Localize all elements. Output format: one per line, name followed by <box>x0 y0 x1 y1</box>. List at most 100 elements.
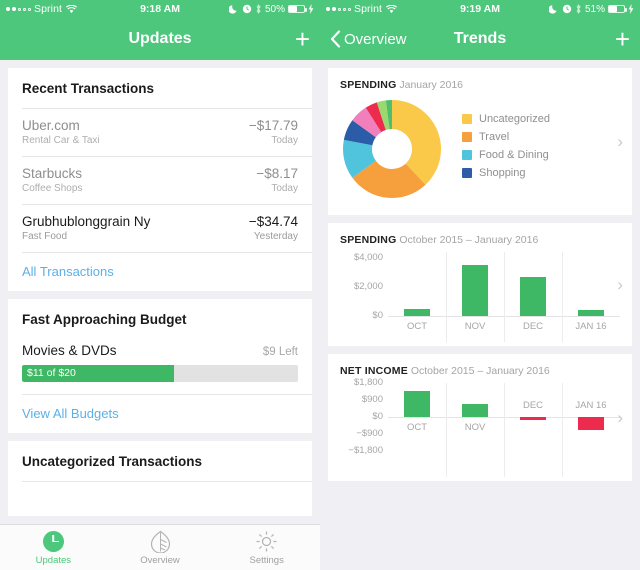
chevron-left-icon <box>330 30 341 48</box>
grid-line <box>504 252 505 342</box>
nav-bar-right: Overview Trends + <box>320 18 640 60</box>
net-income-section[interactable]: NET INCOME October 2015 – January 2016 $… <box>328 354 632 481</box>
legend-label: Travel <box>479 131 510 143</box>
alarm-icon <box>562 4 572 14</box>
spending-plot-area: OCT NOV DEC JAN 16 <box>388 252 620 342</box>
transaction-amount: −$17.79 <box>248 118 298 133</box>
wifi-icon <box>386 4 398 13</box>
transaction-name: Uber.com <box>22 118 80 133</box>
fast-approaching-budget-card: Fast Approaching Budget Movies & DVDs $9… <box>8 299 312 433</box>
x-axis-label: JAN 16 <box>575 400 607 411</box>
bluetooth-icon <box>576 4 581 14</box>
x-axis-label: DEC <box>522 321 544 332</box>
tab-settings-label: Settings <box>249 555 284 566</box>
add-button[interactable]: + <box>615 26 630 52</box>
trends-screen: Sprint 9:19 AM 51% Overview Trends + SPE… <box>320 0 640 570</box>
status-right-group: 50% <box>228 3 314 15</box>
y-axis-tick: −$1,800 <box>348 445 383 456</box>
all-transactions-link[interactable]: All Transactions <box>8 253 312 291</box>
x-axis-label: JAN 16 <box>575 321 607 332</box>
spending-donut-chart <box>343 100 441 198</box>
transaction-meta: −$8.17 Today <box>256 166 298 194</box>
transaction-name: Grubhublonggrain Ny <box>22 214 151 229</box>
battery-percent-label: 50% <box>264 3 285 15</box>
chart-bar <box>520 417 546 420</box>
signal-strength-icon <box>326 7 351 11</box>
legend-label: Food & Dining <box>479 149 549 161</box>
y-axis-tick: $900 <box>361 394 383 405</box>
spending-bar-section[interactable]: SPENDING October 2015 – January 2016 $4,… <box>328 223 632 346</box>
charging-bolt-icon <box>308 4 314 14</box>
tab-updates[interactable]: Updates <box>0 529 107 566</box>
legend-swatch <box>462 168 472 178</box>
wifi-icon <box>66 4 78 13</box>
y-axis-tick: $4,000 <box>353 251 383 263</box>
net-income-title: NET INCOME <box>340 365 408 377</box>
transaction-category: Fast Food <box>22 231 68 242</box>
recent-transactions-card: Recent Transactions Uber.com Rental Car … <box>8 68 312 291</box>
back-button[interactable]: Overview <box>330 30 407 48</box>
grid-line <box>562 252 563 342</box>
net-income-plot-area: OCT NOV DEC JAN 16 <box>388 383 620 477</box>
alarm-icon <box>242 4 252 14</box>
grid-line <box>446 383 447 477</box>
spending-y-axis: $4,000 $2,000 $0 <box>340 252 388 338</box>
legend-swatch <box>462 150 472 160</box>
y-axis-tick: $0 <box>372 411 383 422</box>
page-title: Updates <box>128 30 192 47</box>
bluetooth-icon <box>256 4 261 14</box>
legend-label: Uncategorized <box>479 113 550 125</box>
transaction-info: Grubhublonggrain Ny Fast Food <box>22 214 249 242</box>
x-axis-label: NOV <box>464 321 486 332</box>
battery-icon <box>608 5 627 13</box>
transaction-date: Today <box>271 183 298 194</box>
transaction-info: Uber.com Rental Car & Taxi <box>22 118 249 146</box>
budget-progress-bar: $11 of $20 <box>22 365 298 382</box>
chart-bar <box>578 417 604 431</box>
x-axis-label: DEC <box>522 400 544 411</box>
recent-transactions-header: Recent Transactions <box>22 81 155 96</box>
net-income-y-axis: $1,800 $900 $0 −$900 −$1,800 <box>340 377 388 473</box>
tab-updates-label: Updates <box>35 555 72 566</box>
updates-screen: Sprint 9:18 AM 50% Updates + Recent Tran… <box>0 0 320 570</box>
spending-bar-header: SPENDING October 2015 – January 2016 <box>328 223 632 250</box>
table-row[interactable]: Grubhublonggrain Ny Fast Food −$34.74 Ye… <box>8 205 312 252</box>
chevron-right-icon: › <box>617 274 623 294</box>
legend-item: Uncategorized <box>462 113 550 125</box>
grid-line <box>504 383 505 477</box>
spending-pie-title: SPENDING <box>340 79 397 91</box>
carrier-label: Sprint <box>354 3 383 15</box>
budget-name: Movies & DVDs <box>22 343 117 358</box>
transaction-date: Yesterday <box>253 231 298 242</box>
y-axis-tick: −$900 <box>356 428 383 439</box>
chevron-right-icon: › <box>617 131 623 151</box>
spending-pie-section[interactable]: SPENDING January 2016 Uncategorized Trave… <box>328 68 632 215</box>
spending-pie-period: January 2016 <box>399 79 464 91</box>
table-row[interactable]: Starbucks Coffee Shops −$8.17 Today <box>8 157 312 204</box>
legend-swatch <box>462 114 472 124</box>
spending-pie-header: SPENDING January 2016 <box>328 68 632 95</box>
tab-overview[interactable]: Overview <box>107 529 214 566</box>
legend-item: Food & Dining <box>462 149 550 161</box>
table-row[interactable]: Uber.com Rental Car & Taxi −$17.79 Today <box>8 109 312 156</box>
transaction-name: Starbucks <box>22 166 83 181</box>
nav-bar-left: Updates + <box>0 18 320 60</box>
legend-item: Travel <box>462 131 550 143</box>
tab-settings[interactable]: Settings <box>213 529 320 566</box>
budget-remaining: $9 Left <box>262 346 298 358</box>
add-button[interactable]: + <box>295 26 310 52</box>
leaf-icon <box>107 529 214 553</box>
chevron-right-icon: › <box>617 407 623 427</box>
transaction-name <box>22 491 298 506</box>
y-axis-tick: $0 <box>372 310 383 321</box>
table-row[interactable] <box>8 482 312 516</box>
status-left-group: Sprint <box>6 3 78 15</box>
grid-line <box>562 383 563 477</box>
budget-row[interactable]: Movies & DVDs $9 Left <box>8 339 312 363</box>
transaction-meta: −$17.79 Today <box>249 118 298 146</box>
y-axis-tick: $1,800 <box>353 377 383 388</box>
status-right-group: 51% <box>548 4 634 15</box>
budget-progress-label: $11 of $20 <box>27 367 76 379</box>
view-all-budgets-link[interactable]: View All Budgets <box>8 395 312 433</box>
transaction-date: Today <box>271 135 298 146</box>
